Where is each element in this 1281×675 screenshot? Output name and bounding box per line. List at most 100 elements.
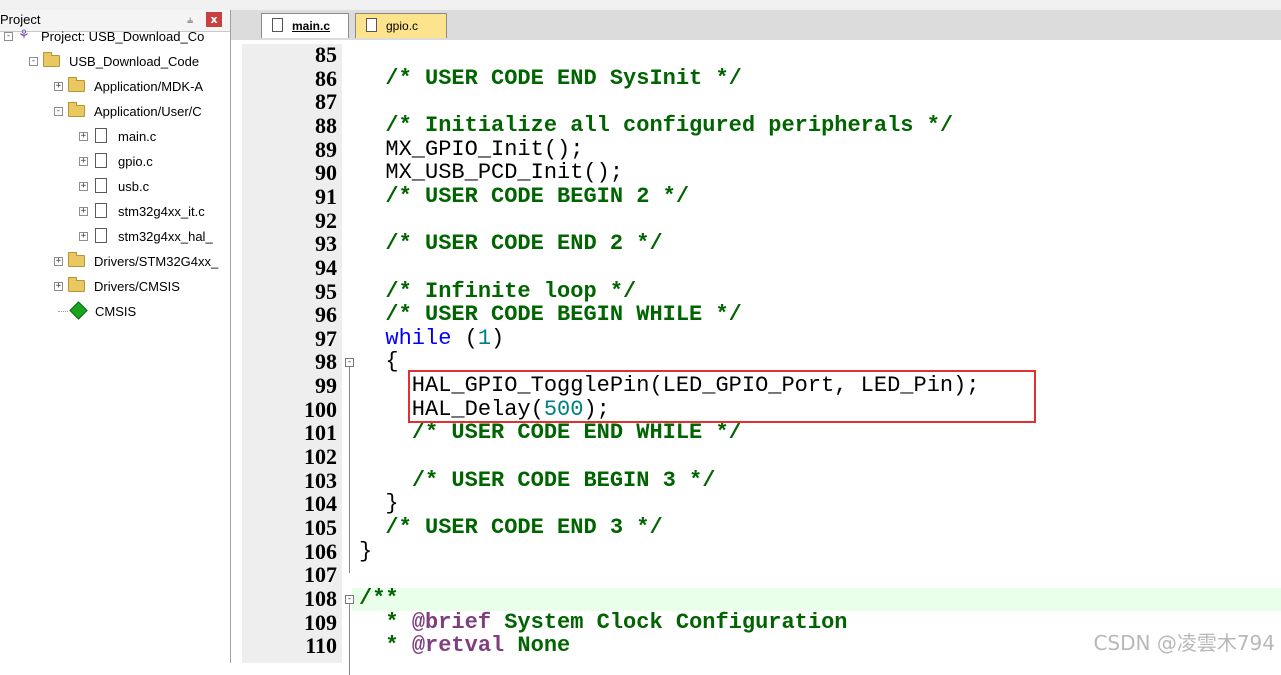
folder-open-icon — [68, 102, 85, 117]
line-number: 101 — [304, 420, 337, 446]
code-line[interactable]: MX_USB_PCD_Init(); — [359, 161, 623, 185]
tab-gpio-c[interactable]: gpio.c — [355, 13, 447, 38]
tree-item[interactable]: - Application/User/C — [0, 101, 230, 123]
expand-icon[interactable]: + — [79, 157, 88, 166]
code-line[interactable]: HAL_GPIO_TogglePin(LED_GPIO_Port, LED_Pi… — [359, 374, 980, 398]
tree-item[interactable]: + Drivers/STM32G4xx_ — [0, 251, 230, 273]
code-doc: None — [504, 633, 571, 659]
code-num: 500 — [543, 396, 584, 422]
expand-icon[interactable]: + — [54, 82, 63, 91]
tree-item[interactable]: + Drivers/CMSIS — [0, 276, 230, 298]
line-number: 94 — [315, 254, 337, 280]
tree-item-label: gpio.c — [118, 154, 153, 169]
tree-item[interactable]: - USB_Download_Code — [0, 51, 230, 73]
code-line[interactable]: } — [359, 538, 373, 564]
collapse-icon[interactable]: - — [29, 57, 38, 66]
expand-icon[interactable]: + — [79, 182, 88, 191]
code-comment: /* USER CODE BEGIN 3 */ — [411, 467, 716, 493]
tree-item[interactable]: + gpio.c — [0, 151, 230, 173]
code-line[interactable]: } — [359, 491, 399, 517]
expand-icon[interactable]: + — [54, 282, 63, 291]
code-line[interactable]: * @brief System Clock Configuration — [359, 609, 847, 635]
line-number: 85 — [315, 42, 337, 67]
tree-item-label: USB_Download_Code — [69, 54, 200, 69]
code-line[interactable]: /* USER CODE END WHILE */ — [359, 421, 742, 445]
code-line[interactable]: /* Initialize all configured peripherals… — [359, 112, 954, 138]
tree-item-label: CMSIS — [95, 304, 137, 319]
tree-item[interactable]: + usb.c — [0, 176, 230, 198]
tree-item[interactable]: CMSIS — [0, 301, 230, 323]
tree-item[interactable]: + stm32g4xx_it.c — [0, 201, 230, 223]
tree-item-label: Drivers/CMSIS — [94, 279, 180, 294]
line-number: 97 — [315, 325, 337, 351]
line-number: 99 — [315, 373, 337, 399]
code-comment: /* Initialize all configured peripherals… — [385, 112, 954, 138]
line-number: 100 — [304, 396, 337, 422]
folder-icon — [68, 77, 85, 92]
tree-item-label: main.c — [118, 129, 157, 144]
expand-icon[interactable]: + — [79, 207, 88, 216]
tab-main-c[interactable]: main.c — [261, 13, 349, 38]
fold-toggle-icon[interactable]: - — [345, 594, 354, 604]
file-icon — [272, 18, 283, 32]
code-text: } — [359, 538, 373, 564]
collapse-icon[interactable]: - — [54, 107, 63, 116]
pin-icon[interactable]: ⫨ — [187, 13, 193, 27]
code-line[interactable]: { — [359, 350, 398, 374]
code-doc: * — [385, 609, 412, 635]
tree-item[interactable]: + main.c — [0, 126, 230, 148]
line-number: 98 — [315, 349, 337, 375]
line-number: 108 — [304, 585, 337, 611]
tree-item[interactable]: + stm32g4xx_hal_ — [0, 226, 230, 248]
code-doc: /** — [359, 585, 399, 611]
code-line[interactable]: /* USER CODE END SysInit */ — [359, 66, 741, 91]
fold-margin — [342, 44, 359, 663]
fold-guide — [349, 502, 350, 574]
code-line[interactable]: /* Infinite loop */ — [359, 279, 636, 304]
tree-connector — [58, 311, 68, 312]
fold-toggle-icon[interactable]: - — [345, 358, 354, 368]
code-line[interactable]: /* USER CODE BEGIN 2 */ — [359, 184, 689, 209]
expand-icon[interactable]: + — [79, 232, 88, 241]
line-number: 110 — [305, 633, 337, 659]
file-icon — [95, 228, 107, 243]
code-kw: while — [385, 325, 452, 351]
tree-item[interactable]: - ⚘ Project: USB_Download_Co — [0, 26, 230, 48]
tree-item-label: usb.c — [118, 179, 150, 194]
code-line[interactable]: MX_GPIO_Init(); — [359, 136, 584, 162]
code-text: ) — [491, 325, 505, 351]
code-line[interactable]: while (1) — [359, 325, 505, 351]
expand-icon[interactable]: + — [79, 132, 88, 141]
code-line[interactable]: /* USER CODE BEGIN WHILE */ — [359, 302, 741, 327]
code-doctag: @retval — [411, 633, 505, 659]
line-number: 96 — [315, 302, 337, 328]
collapse-icon[interactable]: - — [4, 32, 13, 41]
line-number: 109 — [304, 609, 337, 635]
code-line[interactable]: /* USER CODE END 3 */ — [359, 515, 662, 540]
tree-item-label: Drivers/STM32G4xx_ — [94, 254, 219, 269]
code-line[interactable]: * @retval None — [359, 634, 570, 658]
close-icon[interactable]: x — [206, 12, 222, 27]
code-line[interactable]: HAL_Delay(500); — [359, 396, 610, 422]
tree-item[interactable]: + Application/MDK-A — [0, 76, 230, 98]
code-line[interactable]: /* USER CODE END 2 */ — [359, 231, 662, 256]
editor-tab-bar: main.c gpio.c — [231, 10, 1281, 40]
code-text: } — [359, 491, 399, 517]
code-text: ( — [451, 325, 478, 351]
code-line[interactable]: /* USER CODE BEGIN 3 */ — [359, 467, 716, 493]
target-folder-icon — [43, 52, 60, 67]
expand-icon[interactable]: + — [54, 257, 63, 266]
folder-icon — [68, 277, 85, 292]
code-text: MX_GPIO_Init(); — [359, 136, 584, 162]
code-line[interactable]: /** — [359, 585, 399, 611]
